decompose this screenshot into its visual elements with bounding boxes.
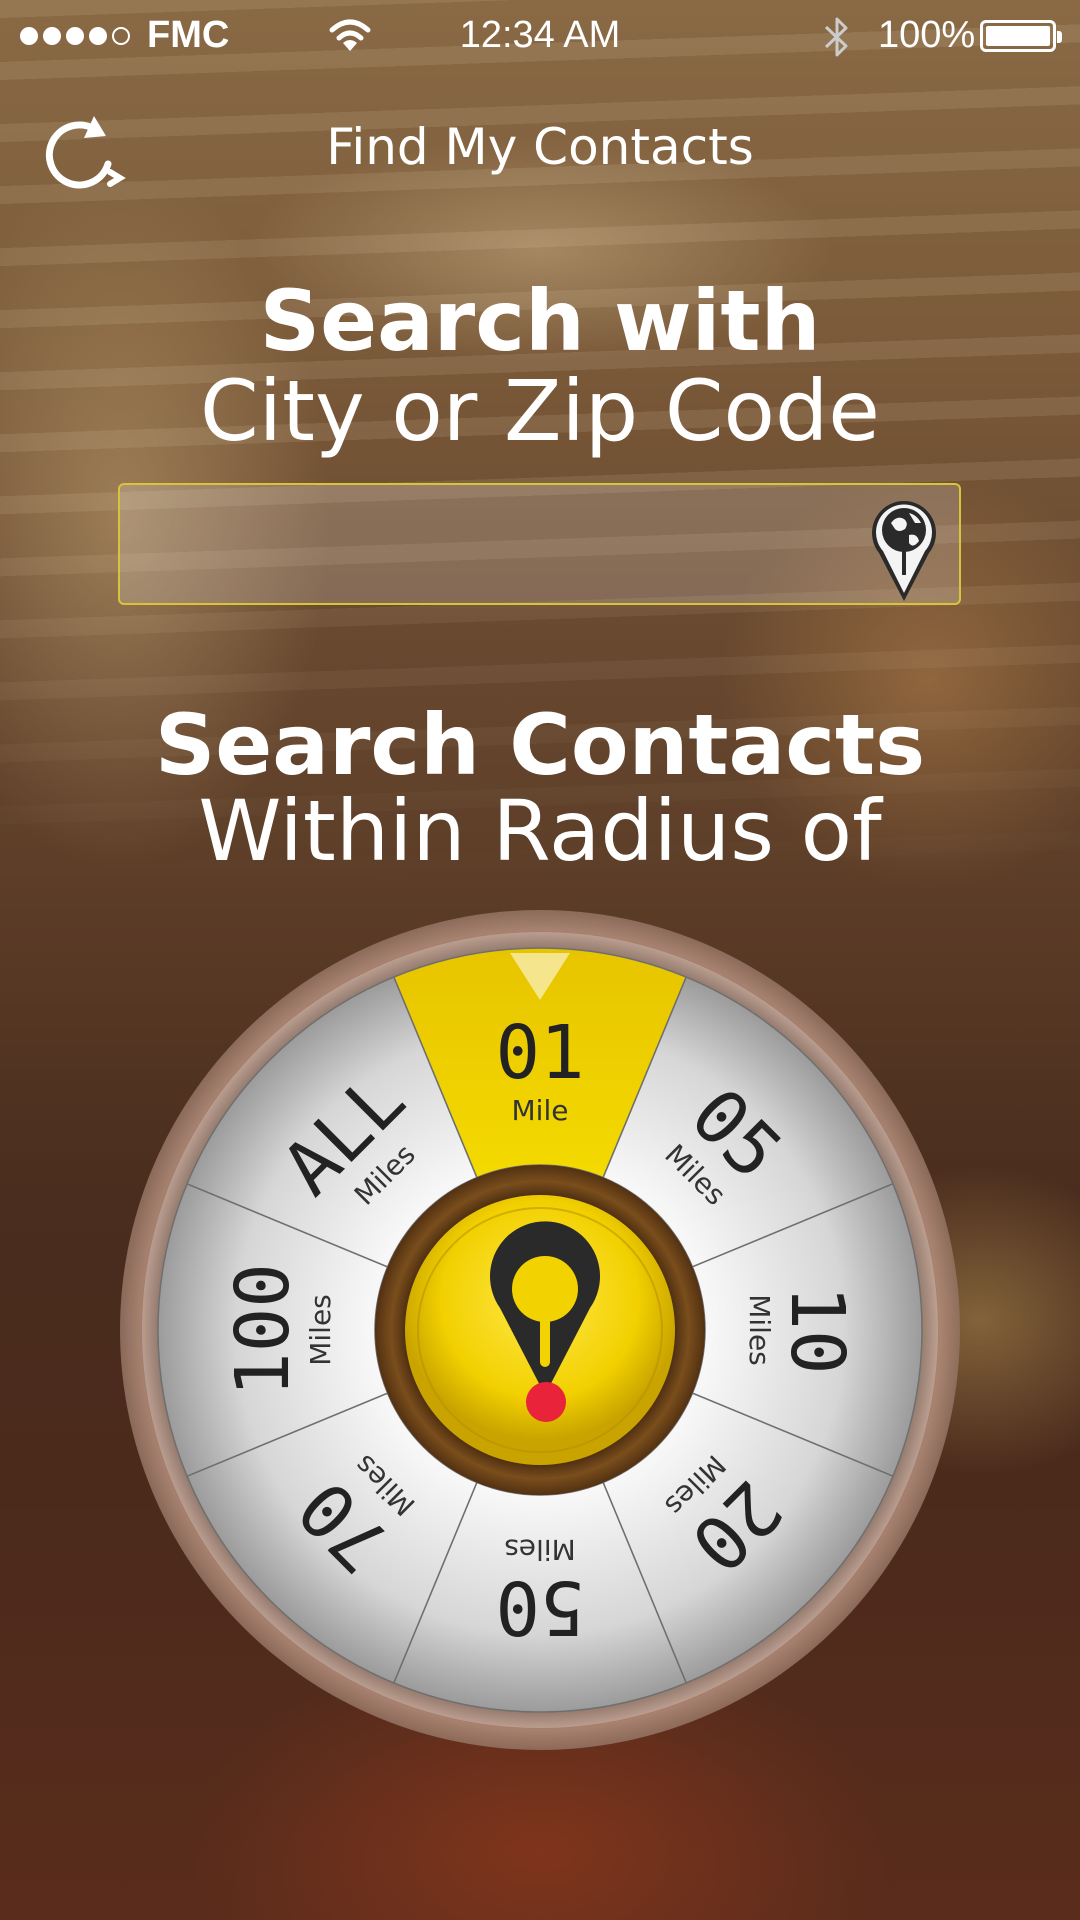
radius-value: 10 [774,1285,860,1374]
radius-value: 50 [495,1564,584,1650]
radius-unit: Miles [304,1294,337,1366]
radius-dial[interactable]: 01Mile 05Miles10Miles20Miles50Miles70Mile… [0,0,1080,1920]
radius-unit: Miles [743,1294,776,1366]
center-pin-button[interactable] [405,1195,675,1465]
radius-option-label: 10Miles [743,1285,860,1374]
radius-value: 01 [495,1010,584,1096]
radius-unit: Miles [504,1533,576,1566]
radius-unit: Mile [512,1094,569,1127]
radius-dial-container: 01 Mile 05 Miles 10 Miles 20 Miles 50 Miles 70 Mile… [0,0,1080,1920]
radius-value: 100 [220,1263,306,1397]
radius-option-label: 50Miles [495,1533,584,1650]
